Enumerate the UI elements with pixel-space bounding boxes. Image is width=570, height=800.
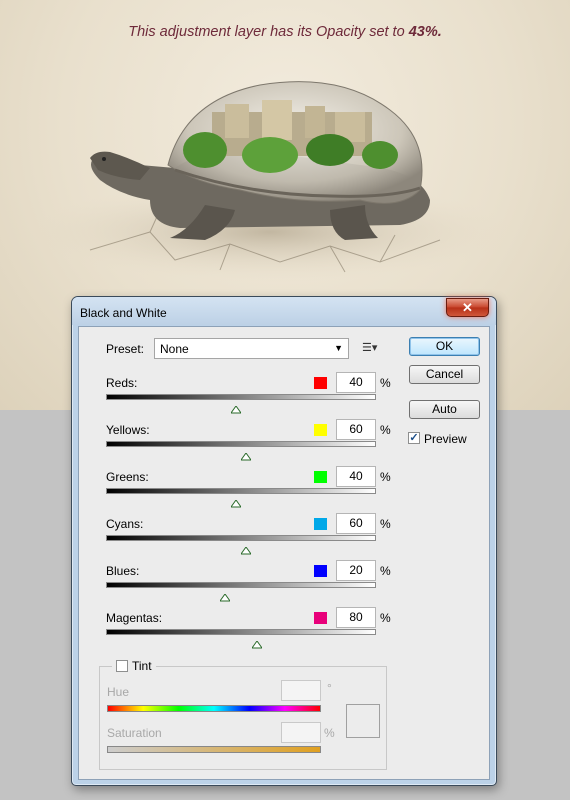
cyans-color-swatch xyxy=(314,518,327,530)
yellows-unit: % xyxy=(380,423,391,437)
tint-checkbox[interactable] xyxy=(116,660,128,672)
tint-group: Tint Hue ° Saturation % xyxy=(99,659,387,770)
ok-button[interactable]: OK xyxy=(409,337,480,356)
magentas-unit: % xyxy=(380,611,391,625)
tint-header: Tint xyxy=(112,659,156,673)
saturation-label: Saturation xyxy=(107,726,162,740)
blues-slider-track[interactable] xyxy=(106,582,376,588)
reds-unit: % xyxy=(380,376,391,390)
chevron-down-icon: ▼ xyxy=(334,343,343,353)
greens-color-swatch xyxy=(314,471,327,483)
yellows-label: Yellows: xyxy=(106,423,150,437)
preview-checkbox[interactable]: ✓ xyxy=(408,432,420,444)
preset-dropdown[interactable]: None ▼ xyxy=(154,338,349,359)
yellows-value-field[interactable]: 60 xyxy=(336,419,376,440)
magentas-label: Magentas: xyxy=(106,611,163,625)
tint-color-swatch[interactable] xyxy=(346,704,380,738)
dialog-titlebar[interactable]: Black and White ✕ xyxy=(72,297,496,325)
cyans-value-field[interactable]: 60 xyxy=(336,513,376,534)
saturation-unit: % xyxy=(324,726,335,740)
auto-button[interactable]: Auto xyxy=(409,400,480,419)
preset-options-icon[interactable]: ☰▾ xyxy=(362,341,377,354)
checkmark-icon: ✓ xyxy=(409,432,419,444)
magentas-slider-track[interactable] xyxy=(106,629,376,635)
reds-label: Reds: xyxy=(106,376,138,390)
greens-unit: % xyxy=(380,470,391,484)
close-icon: ✕ xyxy=(462,300,473,315)
blues-value-field[interactable]: 20 xyxy=(336,560,376,581)
magentas-color-swatch xyxy=(314,612,327,624)
cyans-slider-track[interactable] xyxy=(106,535,376,541)
greens-label: Greens: xyxy=(106,470,149,484)
preview-label: Preview xyxy=(424,432,467,446)
black-and-white-dialog: Black and White ✕ Preset: None ▼ ☰▾ OK C… xyxy=(71,296,497,786)
dialog-title: Black and White xyxy=(80,306,167,320)
cancel-button[interactable]: Cancel xyxy=(409,365,480,384)
reds-value-field[interactable]: 40 xyxy=(336,372,376,393)
blues-color-swatch xyxy=(314,565,327,577)
tint-label: Tint xyxy=(132,659,152,673)
hue-label: Hue xyxy=(107,685,130,699)
close-button[interactable]: ✕ xyxy=(446,298,489,317)
greens-slider-track[interactable] xyxy=(106,488,376,494)
cyans-unit: % xyxy=(380,517,391,531)
reds-slider-track[interactable] xyxy=(106,394,376,400)
preset-value: None xyxy=(160,342,189,356)
hue-slider[interactable] xyxy=(107,705,321,712)
saturation-slider[interactable] xyxy=(107,746,321,753)
hue-unit: ° xyxy=(327,681,332,695)
dialog-body: Preset: None ▼ ☰▾ OK Cancel Auto ✓ Previ… xyxy=(78,326,490,780)
blues-unit: % xyxy=(380,564,391,578)
cyans-label: Cyans: xyxy=(106,517,144,531)
blues-label: Blues: xyxy=(106,564,140,578)
hue-field[interactable] xyxy=(281,680,321,701)
yellows-color-swatch xyxy=(314,424,327,436)
preset-label: Preset: xyxy=(106,342,145,356)
magentas-value-field[interactable]: 80 xyxy=(336,607,376,628)
yellows-slider-track[interactable] xyxy=(106,441,376,447)
greens-value-field[interactable]: 40 xyxy=(336,466,376,487)
reds-color-swatch xyxy=(314,377,327,389)
saturation-field[interactable] xyxy=(281,722,321,743)
